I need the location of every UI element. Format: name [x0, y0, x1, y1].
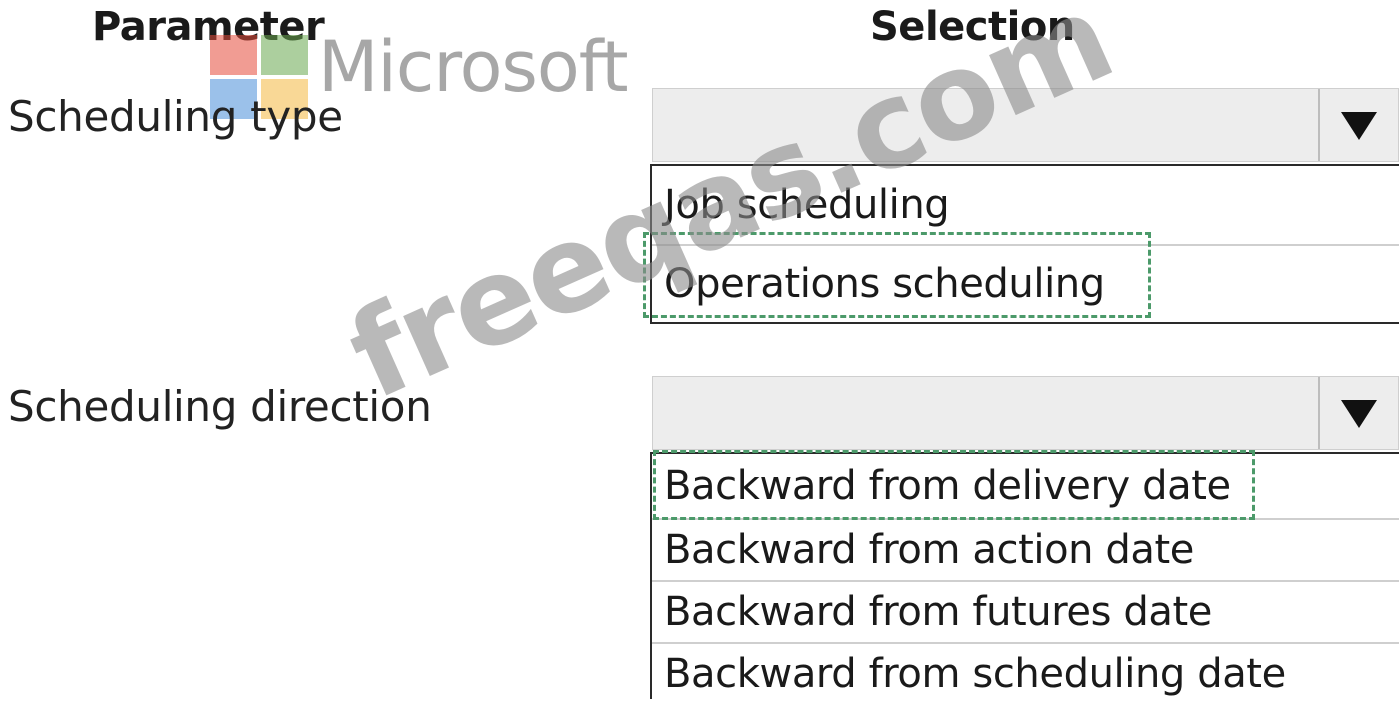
option-backward-from-delivery-date[interactable]: Backward from delivery date — [652, 454, 1399, 518]
scheduling-direction-dropdown[interactable] — [652, 376, 1399, 450]
scheduling-type-label: Scheduling type — [8, 92, 343, 141]
scheduling-type-dropdown-button[interactable] — [1318, 89, 1398, 161]
option-backward-from-futures-date[interactable]: Backward from futures date — [652, 580, 1399, 642]
triangle-down-icon — [1341, 112, 1377, 140]
option-backward-from-scheduling-date[interactable]: Backward from scheduling date — [652, 642, 1399, 704]
scheduling-direction-options-list: Backward from delivery date Backward fro… — [650, 452, 1399, 699]
option-backward-from-action-date[interactable]: Backward from action date — [652, 518, 1399, 580]
microsoft-watermark-text: Microsoft — [318, 26, 629, 108]
triangle-down-icon — [1341, 400, 1377, 428]
scheduling-direction-dropdown-button[interactable] — [1318, 377, 1398, 449]
scheduling-direction-label: Scheduling direction — [8, 382, 432, 431]
